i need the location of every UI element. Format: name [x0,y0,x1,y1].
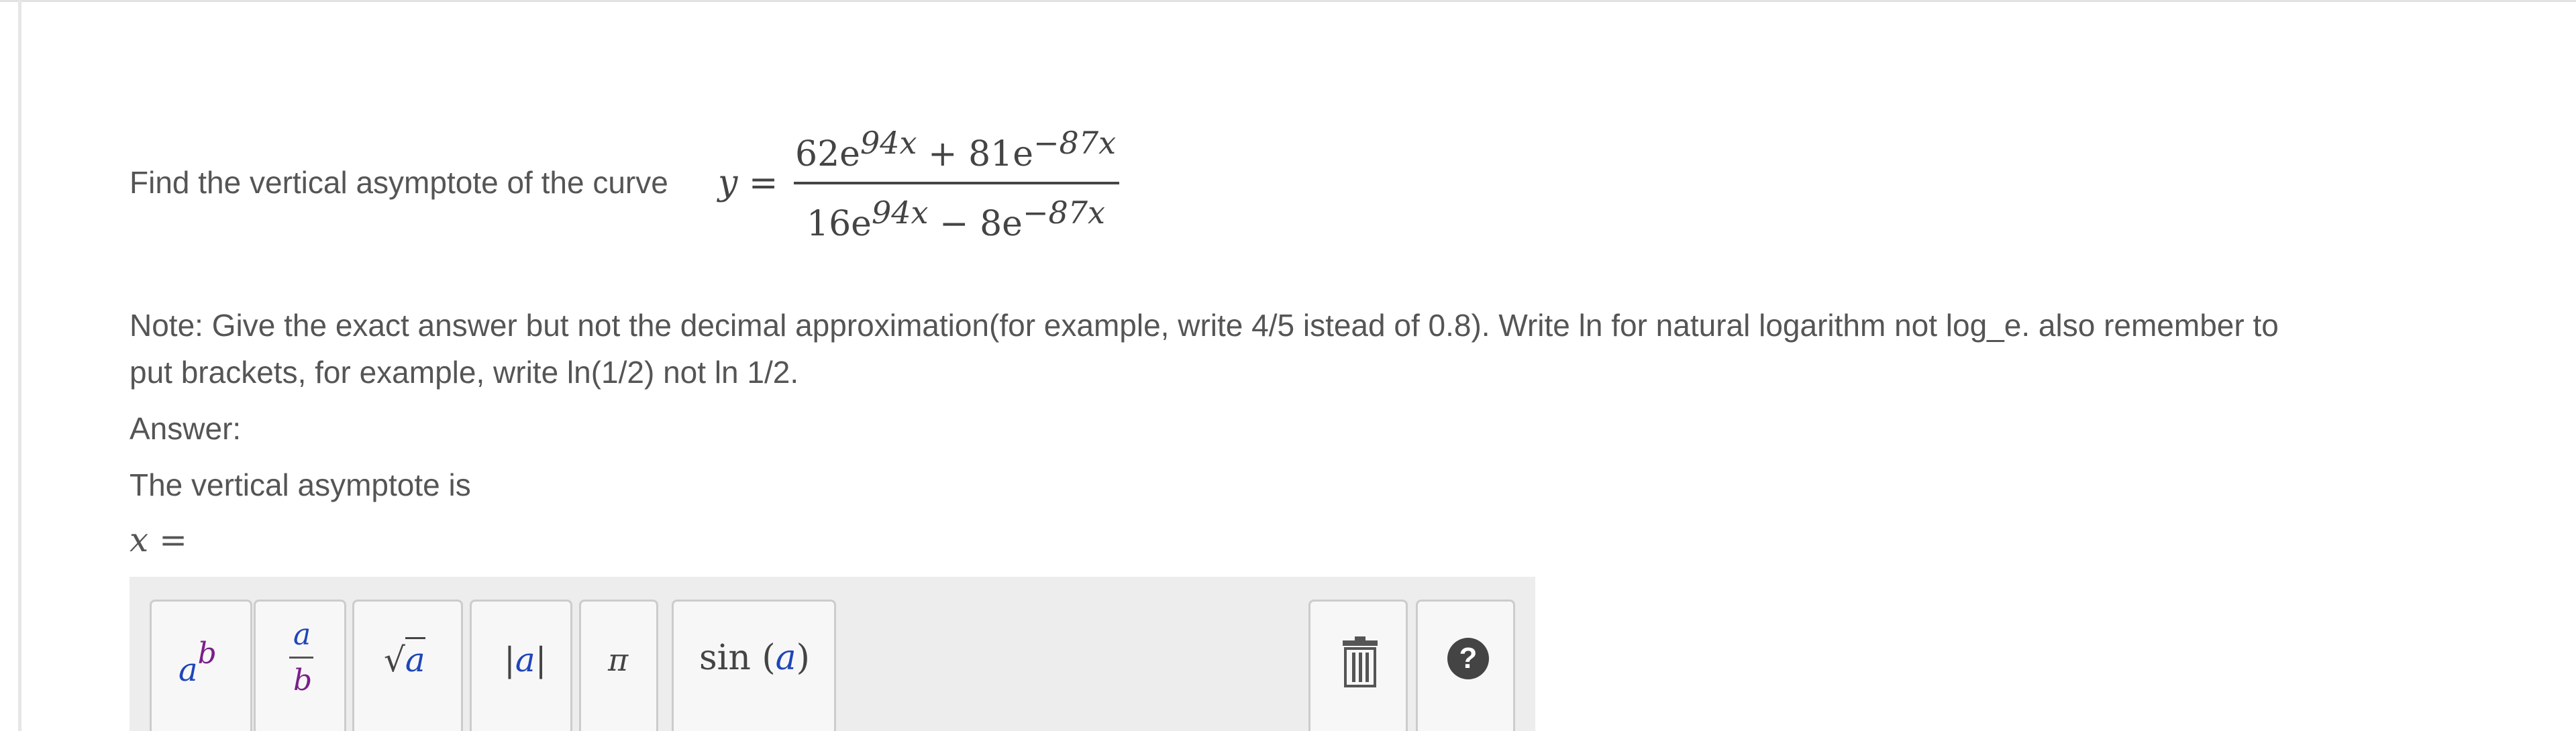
denominator: 16e94x − 8e−87x [807,194,1105,244]
power-button[interactable]: ab [150,600,252,731]
power-symbol: ab [178,636,217,689]
question-prompt: Find the vertical asymptote of the curve [130,165,668,200]
asymptote-label: The vertical asymptote is [130,467,471,502]
sin-symbol: sin (a) [699,638,810,678]
y-equals: y = [718,163,778,203]
fraction-line [289,657,313,659]
pi-symbol: π [608,642,629,678]
numerator-exp2: −87x [1033,125,1117,161]
answer-x-equals: x = [130,520,187,559]
numerator-exp1: 94x [860,125,917,161]
numerator: 62e94x + 81e−87x [795,125,1117,174]
trash-icon [1343,636,1378,687]
pi-button[interactable]: π [579,600,658,731]
fraction-denominator: b [293,663,313,697]
fraction-button[interactable]: a b [254,600,346,731]
fraction-numerator: a [293,618,311,652]
denominator-exp2: −87x [1022,194,1105,231]
sqrt-button[interactable]: √a [352,600,463,731]
sin-button[interactable]: sin (a) [672,600,836,731]
sqrt-symbol: √a [384,637,425,679]
abs-button[interactable]: |a| [470,600,572,731]
top-border [0,0,2576,2]
left-border [18,0,21,731]
math-palette: ab a b √a |a| π sin (a) ? [130,577,1535,731]
abs-symbol: |a| [504,640,547,679]
clear-button[interactable] [1308,600,1408,731]
note-line-1: Note: Give the exact answer but not the … [130,308,2279,343]
note-line-2: put brackets, for example, write ln(1/2)… [130,355,799,390]
denominator-exp1: 94x [871,194,929,231]
help-icon: ? [1447,638,1489,679]
answer-label: Answer: [130,411,242,446]
help-button[interactable]: ? [1416,600,1515,731]
fraction-bar [794,182,1119,184]
